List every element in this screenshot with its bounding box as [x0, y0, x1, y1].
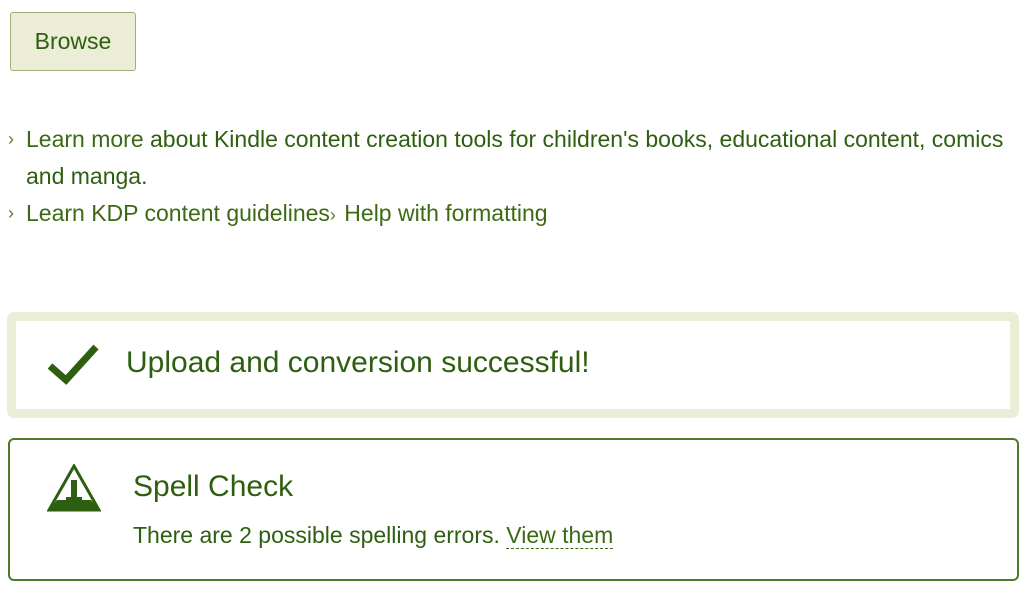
spell-check-text: There are 2 possible spelling errors. — [133, 522, 507, 548]
checkmark-icon — [47, 344, 99, 385]
learn-more-line: › Learn more about Kindle content creati… — [8, 121, 1023, 195]
help-formatting-link[interactable]: Help with formatting — [344, 200, 547, 226]
learn-more-link[interactable]: Learn more — [26, 126, 150, 152]
chevron-right-icon: › — [8, 203, 14, 223]
guidelines-line: › Learn KDP content guidelines› Help wit… — [8, 195, 1023, 234]
success-message: Upload and conversion successful! — [126, 346, 590, 379]
kdp-guidelines-link[interactable]: Learn KDP content guidelines — [26, 200, 330, 226]
spell-check-alert: Spell Check There are 2 possible spellin… — [8, 438, 1019, 581]
learn-more-description: about Kindle content creation tools for … — [26, 126, 1004, 189]
chevron-right-icon: › — [329, 205, 336, 225]
help-links: › Learn more about Kindle content creati… — [8, 121, 1023, 234]
view-errors-link[interactable]: View them — [506, 522, 614, 549]
browse-button[interactable]: Browse — [10, 12, 136, 71]
spell-check-message: There are 2 possible spelling errors. Vi… — [133, 522, 614, 549]
spell-check-title: Spell Check — [133, 470, 294, 503]
page: Browse › Learn more about Kindle content… — [0, 0, 1030, 605]
success-alert: Upload and conversion successful! — [7, 312, 1019, 418]
warning-icon — [47, 464, 101, 512]
chevron-right-icon: › — [8, 129, 14, 149]
